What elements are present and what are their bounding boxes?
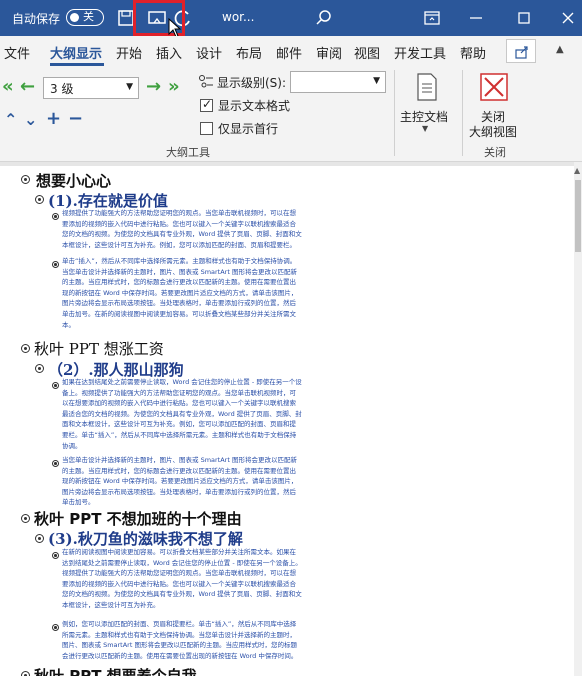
outline-bullet[interactable]: [21, 175, 30, 184]
outline-bullet[interactable]: [35, 364, 44, 373]
close-outline-view-button[interactable]: 关闭 大纲视图: [466, 70, 522, 140]
outline-bullet[interactable]: [35, 534, 44, 543]
ribbon-outline-tools: « ← 3 级 ▼ → » ⌃ ⌄ + − 显示级别(S): ▼ 显示文本格式 …: [0, 66, 582, 162]
show-level-label: 显示级别(S):: [217, 76, 287, 90]
heading1: 秋叶 PPT 不想加班的十个理由: [34, 510, 242, 528]
tab-design[interactable]: 设计: [196, 43, 222, 62]
body-paragraph: 在新的阅读视图中阅读更加容易。可以折叠文档某些部分并关注所需文本。如果在达到结尾…: [62, 548, 302, 609]
autosave-toggle[interactable]: 关: [66, 9, 104, 26]
show-text-format-checkbox[interactable]: [200, 97, 213, 112]
outline-bullet[interactable]: [21, 344, 30, 353]
show-level-select[interactable]: ▼: [290, 71, 386, 93]
tab-help[interactable]: 帮助: [460, 43, 486, 62]
scroll-up-icon[interactable]: ▲: [574, 166, 580, 175]
master-document-button[interactable]: 主控文档 ▼: [398, 70, 456, 133]
heading2: (3).秋刀鱼的滋味我不想了解: [48, 530, 243, 548]
toggle-knob: [70, 12, 79, 22]
outline-bullet[interactable]: [35, 195, 44, 204]
collapse-icon[interactable]: −: [68, 110, 83, 128]
outline-bullet[interactable]: [21, 671, 30, 676]
first-line-only-checkbox[interactable]: [200, 122, 213, 135]
document-title: wor...: [222, 10, 255, 24]
chevron-down-icon: ▼: [373, 76, 380, 86]
show-text-format-label: 显示文本格式: [218, 99, 291, 113]
document-area[interactable]: 想要小心心 (1).存在就是价值 视频提供了功能强大的方法帮助您证明您的观点。当…: [0, 162, 574, 676]
first-line-only-label: 仅显示首行: [218, 122, 279, 136]
ribbon-display-icon[interactable]: [420, 6, 444, 30]
title-bar: 自动保存 关 wor...: [0, 0, 582, 38]
body-paragraph: 当您单击设计并选择新的主题时，图片、图表或 SmartArt 图形将会更改以匹配…: [62, 456, 298, 507]
heading1: 秋叶 PPT 想要养个自我: [34, 667, 197, 676]
tab-home[interactable]: 开始: [116, 43, 142, 62]
demote-icon[interactable]: →: [146, 78, 161, 96]
heading1: 想要小心心: [36, 172, 112, 190]
autosave-label: 自动保存: [12, 12, 61, 26]
share-icon: [515, 46, 528, 59]
close-group-label: 关闭: [484, 146, 506, 159]
tab-insert[interactable]: 插入: [156, 43, 182, 62]
tab-outline[interactable]: 大纲显示: [50, 43, 102, 62]
minimize-icon[interactable]: [464, 6, 488, 30]
close-icon[interactable]: [556, 6, 580, 30]
group-divider: [462, 70, 463, 156]
outline-tools-group-label: 大纲工具: [166, 146, 210, 159]
tab-developer[interactable]: 开发工具: [394, 43, 446, 62]
promote-icon[interactable]: ←: [20, 78, 35, 96]
share-button[interactable]: [506, 39, 536, 63]
ribbon-collapse-icon[interactable]: ▲: [556, 44, 564, 55]
chevron-down-icon: ▼: [126, 82, 133, 92]
ribbon-tabs: 文件 大纲显示 开始 插入 设计 布局 邮件 审阅 视图 开发工具 帮助 ▲: [0, 36, 582, 66]
ruler: [0, 162, 574, 166]
promote-to-heading1-icon[interactable]: «: [2, 78, 14, 96]
vertical-scrollbar[interactable]: ▲: [574, 162, 582, 676]
outline-bullet[interactable]: [52, 624, 59, 631]
tab-mailings[interactable]: 邮件: [276, 43, 302, 62]
outline-bullet[interactable]: [52, 382, 59, 389]
outline-level-select[interactable]: 3 级 ▼: [43, 77, 139, 99]
maximize-icon[interactable]: [512, 6, 536, 30]
outline-bullet[interactable]: [21, 514, 30, 523]
body-paragraph: 如果在达到结尾处之前需要停止读取，Word 会记住您的停止位置 - 即使在另一个…: [62, 378, 302, 450]
outline-bullet[interactable]: [52, 552, 59, 559]
tab-layout[interactable]: 布局: [236, 43, 262, 62]
autosave-state: 关: [83, 10, 94, 23]
outline-bullet[interactable]: [52, 261, 59, 268]
expand-icon[interactable]: +: [46, 110, 61, 128]
outline-bullet[interactable]: [52, 213, 59, 220]
body-paragraph: 视频提供了功能强大的方法帮助您证明您的观点。当您单击联机视频时，可以在想要添加的…: [62, 209, 302, 249]
mouse-cursor-icon: [168, 18, 182, 38]
master-document-label: 主控文档: [400, 110, 449, 124]
scrollbar-thumb[interactable]: [575, 180, 581, 252]
move-up-icon[interactable]: ⌃: [4, 112, 17, 128]
move-down-icon[interactable]: ⌄: [24, 112, 37, 128]
close-outline-icon: [480, 73, 508, 101]
search-icon[interactable]: [312, 6, 336, 30]
body-paragraph: 例如，您可以添加匹配的封面、页眉和提要栏。单击“插入”，然后从不同库中选择所需元…: [62, 620, 298, 660]
demote-to-body-icon[interactable]: »: [168, 78, 180, 96]
heading1: 秋叶 PPT 想涨工资: [34, 340, 164, 358]
tab-file[interactable]: 文件: [4, 43, 30, 62]
group-divider: [394, 70, 395, 156]
outline-bullet[interactable]: [52, 460, 59, 467]
close-outline-label-line2: 大纲视图: [469, 125, 518, 139]
tab-review[interactable]: 审阅: [316, 43, 342, 62]
body-paragraph: 单击“插入”，然后从不同库中选择所需元素。主题和样式也有助于文档保持协调。当您单…: [62, 257, 298, 329]
document-icon: [417, 73, 437, 101]
tab-view[interactable]: 视图: [354, 43, 380, 62]
outline-level-value: 3 级: [50, 82, 74, 96]
chevron-down-icon: ▼: [422, 124, 429, 133]
show-level-icon: [199, 75, 213, 88]
